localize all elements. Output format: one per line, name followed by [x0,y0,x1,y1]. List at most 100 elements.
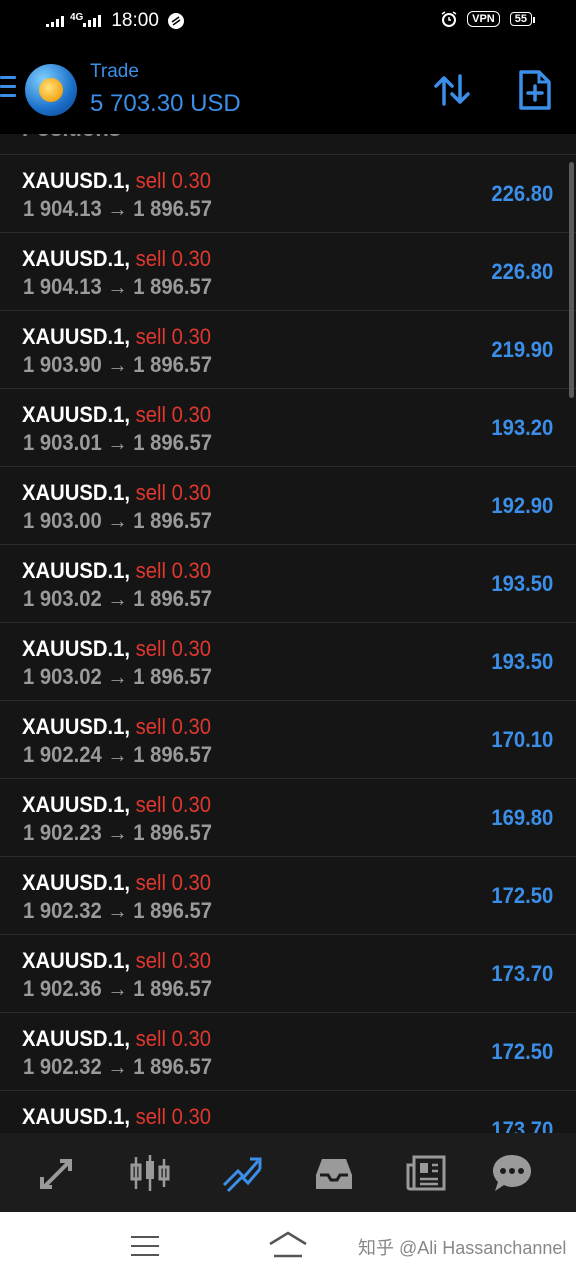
tab-news[interactable] [404,1151,448,1195]
position-row[interactable]: XAUUSD.1, sell 0.30 1 904.13 → 1 896.57 22… [0,154,576,232]
page-title: Trade [90,61,139,82]
signal-icon-2 [83,15,102,27]
position-symbol-line: XAUUSD.1, sell 0.30 [22,636,211,662]
sort-button[interactable] [430,68,474,112]
battery-indicator: 55 [509,12,536,26]
position-side: sell 0.30 [135,168,212,193]
position-side: sell 0.30 [135,480,212,505]
position-row[interactable]: XAUUSD.1, sell 0.30 173.70 [0,1090,576,1133]
position-side: sell 0.30 [135,792,212,817]
position-prices: 1 902.23 → 1 896.57 [23,820,213,845]
position-symbol-line: XAUUSD.1, sell 0.30 [22,1026,211,1052]
position-profit: 219.90 [491,337,553,362]
position-profit: 193.20 [491,415,553,440]
position-symbol: XAUUSD.1, [22,870,130,895]
position-row[interactable]: XAUUSD.1, sell 0.30 1 902.32 → 1 896.57 17… [0,1012,576,1090]
system-nav-bar: 知乎 @Ali Hassanchannel [0,1212,576,1280]
position-profit: 226.80 [491,259,553,284]
position-symbol: XAUUSD.1, [22,792,130,817]
position-symbol-line: XAUUSD.1, sell 0.30 [22,558,211,584]
position-profit: 169.80 [491,805,553,830]
position-row[interactable]: XAUUSD.1, sell 0.30 1 903.90 → 1 896.57 21… [0,310,576,388]
position-symbol: XAUUSD.1, [22,324,130,349]
position-profit: 170.10 [491,727,553,752]
new-order-button[interactable] [513,68,557,112]
quotes-icon [40,1159,72,1189]
position-row[interactable]: XAUUSD.1, sell 0.30 1 903.02 → 1 896.57 19… [0,544,576,622]
tab-trade[interactable] [220,1151,264,1195]
tab-quotes[interactable] [36,1151,80,1195]
trade-icon [222,1157,262,1193]
position-row[interactable]: XAUUSD.1, sell 0.30 1 903.00 → 1 896.57 19… [0,466,576,544]
position-profit: 173.70 [491,961,553,986]
bottom-tab-bar [0,1133,576,1212]
notification-icon [167,13,184,29]
recent-apps-button[interactable] [131,1236,159,1256]
signal-icon [46,16,64,27]
news-icon [406,1155,446,1191]
menu-icon[interactable] [0,76,16,100]
tab-chart[interactable] [128,1151,172,1195]
position-prices: 1 902.32 → 1 896.57 [23,898,213,923]
position-row[interactable]: XAUUSD.1, sell 0.30 1 902.24 → 1 896.57 17… [0,700,576,778]
position-profit: 193.50 [491,571,553,596]
position-profit: 172.50 [491,883,553,908]
position-row[interactable]: XAUUSD.1, sell 0.30 1 902.36 → 1 896.57 17… [0,934,576,1012]
position-side: sell 0.30 [135,636,212,661]
position-side: sell 0.30 [135,558,212,583]
position-row[interactable]: XAUUSD.1, sell 0.30 1 902.32 → 1 896.57 17… [0,856,576,934]
position-symbol-line: XAUUSD.1, sell 0.30 [22,1104,211,1130]
position-side: sell 0.30 [135,246,212,271]
network-type: 4G [70,11,84,23]
vpn-badge: VPN [467,11,500,27]
history-icon [316,1159,352,1189]
position-prices: 1 903.00 → 1 896.57 [23,508,213,533]
position-row[interactable]: XAUUSD.1, sell 0.30 1 902.23 → 1 896.57 16… [0,778,576,856]
chat-icon [493,1155,531,1191]
position-prices: 1 903.90 → 1 896.57 [23,352,213,377]
position-profit: 192.90 [491,493,553,518]
status-right: VPN 55 [441,11,536,27]
section-label-positions: Positions [22,134,121,142]
status-left: 4G 18:00 [46,10,185,32]
position-side: sell 0.30 [135,714,212,739]
position-prices: 1 903.02 → 1 896.57 [23,664,213,689]
position-symbol: XAUUSD.1, [22,246,130,271]
position-symbol-line: XAUUSD.1, sell 0.30 [22,324,211,350]
position-symbol: XAUUSD.1, [22,168,130,193]
clock: 18:00 [111,10,159,31]
position-profit: 226.80 [491,181,553,206]
scrollbar[interactable] [569,162,574,398]
new-order-icon [519,70,551,110]
home-button[interactable] [268,1230,308,1260]
app-header: Trade 5 703.30 USD [0,46,576,134]
position-symbol: XAUUSD.1, [22,636,130,661]
position-side: sell 0.30 [135,1104,212,1129]
status-bar: 4G 18:00 VPN 55 [0,0,576,46]
position-profit: 193.50 [491,649,553,674]
position-row[interactable]: XAUUSD.1, sell 0.30 1 904.13 → 1 896.57 22… [0,232,576,310]
position-rows: XAUUSD.1, sell 0.30 1 904.13 → 1 896.57 22… [0,154,576,1133]
position-side: sell 0.30 [135,324,212,349]
tab-history[interactable] [312,1151,356,1195]
position-prices: 1 903.01 → 1 896.57 [23,430,213,455]
position-symbol: XAUUSD.1, [22,1104,130,1129]
position-row[interactable]: XAUUSD.1, sell 0.30 1 903.01 → 1 896.57 19… [0,388,576,466]
position-symbol-line: XAUUSD.1, sell 0.30 [22,480,211,506]
position-symbol-line: XAUUSD.1, sell 0.30 [22,870,211,896]
position-symbol: XAUUSD.1, [22,1026,130,1051]
app-logo [25,64,77,116]
position-prices: 1 904.13 → 1 896.57 [23,274,213,299]
home-icon [269,1231,307,1258]
position-profit: 172.50 [491,1039,553,1064]
position-symbol: XAUUSD.1, [22,714,130,739]
positions-list[interactable]: Positions XAUUSD.1, sell 0.30 1 904.13 → … [0,134,576,1133]
position-side: sell 0.30 [135,402,212,427]
position-prices: 1 902.24 → 1 896.57 [23,742,213,767]
account-balance: 5 703.30 USD [90,90,241,117]
position-row[interactable]: XAUUSD.1, sell 0.30 1 903.02 → 1 896.57 19… [0,622,576,700]
tab-chat[interactable] [490,1151,534,1195]
position-symbol: XAUUSD.1, [22,480,130,505]
position-symbol: XAUUSD.1, [22,402,130,427]
position-symbol-line: XAUUSD.1, sell 0.30 [22,792,211,818]
